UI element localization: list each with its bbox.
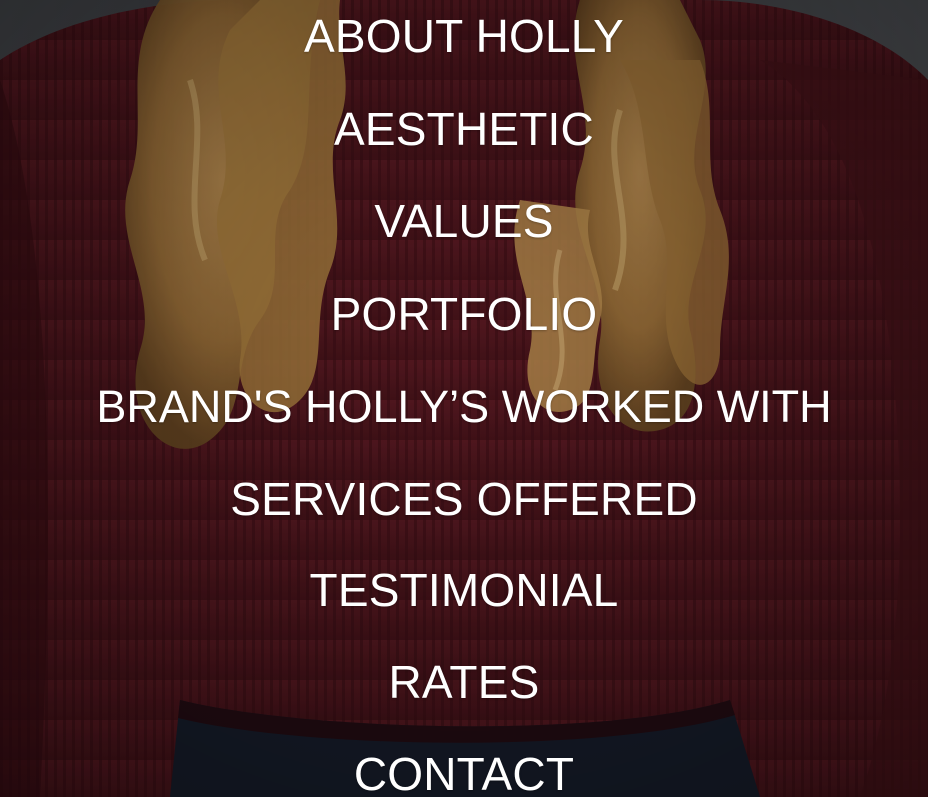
nav-item-rates[interactable]: RATES <box>0 652 928 712</box>
nav-item-brands-worked-with[interactable]: BRAND'S HOLLY’S WORKED WITH <box>0 377 928 437</box>
nav-item-values[interactable]: VALUES <box>0 191 928 251</box>
main-navigation-menu: ABOUT HOLLY AESTHETIC VALUES PORTFOLIO B… <box>0 0 928 797</box>
page: ABOUT HOLLY AESTHETIC VALUES PORTFOLIO B… <box>0 0 928 797</box>
nav-item-contact[interactable]: CONTACT <box>0 744 928 797</box>
nav-item-portfolio[interactable]: PORTFOLIO <box>0 284 928 344</box>
nav-item-about-holly[interactable]: ABOUT HOLLY <box>0 6 928 66</box>
nav-item-aesthetic[interactable]: AESTHETIC <box>0 99 928 159</box>
nav-item-testimonial[interactable]: TESTIMONIAL <box>0 560 928 620</box>
nav-item-services-offered[interactable]: SERVICES OFFERED <box>0 469 928 529</box>
